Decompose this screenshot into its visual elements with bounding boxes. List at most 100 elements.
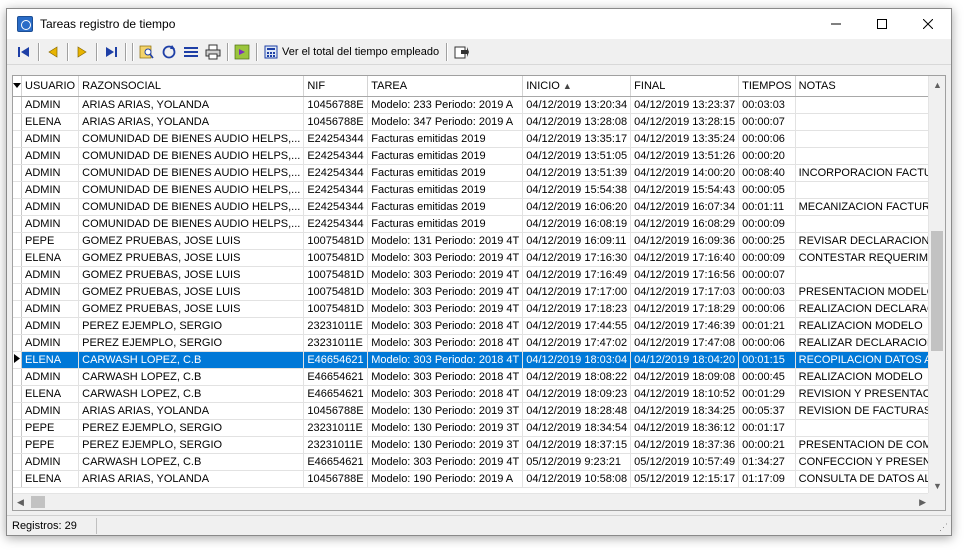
cell-final[interactable]: 04/12/2019 13:35:24 xyxy=(630,130,740,148)
cell-tarea[interactable]: Facturas emitidas 2019 xyxy=(367,198,524,216)
cell-nif[interactable]: 23231011E xyxy=(303,436,369,454)
column-header-usuario[interactable]: USUARIO xyxy=(21,76,80,97)
cell-tiempos[interactable]: 00:00:09 xyxy=(738,215,796,233)
cell-tiempos[interactable]: 01:17:09 xyxy=(738,470,796,488)
column-header-inicio[interactable]: INICIO ▲ xyxy=(522,76,632,97)
table-row[interactable]: PEPE PEREZ EJEMPLO, SERGIO 23231011E Modelo… xyxy=(13,419,945,437)
table-row[interactable]: ADMIN ARIAS ARIAS, YOLANDA 10456788E Modelo… xyxy=(13,402,945,420)
cell-tarea[interactable]: Facturas emitidas 2019 xyxy=(367,164,524,182)
cell-inicio[interactable]: 04/12/2019 18:37:15 xyxy=(522,436,632,454)
cell-tarea[interactable]: Modelo: 303 Periodo: 2019 4T xyxy=(367,266,524,284)
cell-tiempos[interactable]: 00:01:11 xyxy=(738,198,796,216)
cell-usuario[interactable]: ADMIN xyxy=(21,402,80,420)
cell-inicio[interactable]: 04/12/2019 17:47:02 xyxy=(522,334,632,352)
table-row[interactable]: ELENA GOMEZ PRUEBAS, JOSE LUIS 10075481D Mo… xyxy=(13,249,945,267)
cell-razon[interactable]: ARIAS ARIAS, YOLANDA xyxy=(78,402,305,420)
cell-inicio[interactable]: 04/12/2019 18:03:04 xyxy=(522,351,632,369)
table-row[interactable]: ADMIN CARWASH LOPEZ, C.B E46654621 Modelo: … xyxy=(13,453,945,471)
filter-button[interactable] xyxy=(180,41,202,63)
column-header-tarea[interactable]: TAREA xyxy=(367,76,524,97)
row-indicator[interactable] xyxy=(13,147,22,165)
row-indicator[interactable] xyxy=(13,317,22,335)
cell-nif[interactable]: E24254344 xyxy=(303,215,369,233)
cell-razon[interactable]: GOMEZ PRUEBAS, JOSE LUIS xyxy=(78,232,305,250)
cell-tarea[interactable]: Modelo: 303 Periodo: 2019 4T xyxy=(367,453,524,471)
cell-tiempos[interactable]: 00:00:09 xyxy=(738,249,796,267)
cell-inicio[interactable]: 04/12/2019 17:18:23 xyxy=(522,300,632,318)
cell-notas[interactable]: CONSULTA DE DATOS AL CLIENT xyxy=(795,470,945,488)
scroll-left-icon[interactable]: ◀ xyxy=(17,497,24,508)
cell-tiempos[interactable]: 00:00:25 xyxy=(738,232,796,250)
close-button[interactable] xyxy=(905,9,951,39)
cell-notas[interactable] xyxy=(795,130,945,148)
cell-final[interactable]: 04/12/2019 17:16:56 xyxy=(630,266,740,284)
cell-razon[interactable]: COMUNIDAD DE BIENES AUDIO HELPS,... xyxy=(78,181,305,199)
cell-nif[interactable]: E24254344 xyxy=(303,181,369,199)
cell-inicio[interactable]: 04/12/2019 18:34:54 xyxy=(522,419,632,437)
cell-razon[interactable]: PEREZ EJEMPLO, SERGIO xyxy=(78,436,305,454)
table-row[interactable]: ADMIN COMUNIDAD DE BIENES AUDIO HELPS,...… xyxy=(13,181,945,199)
table-row[interactable]: ELENA CARWASH LOPEZ, C.B E46654621 Modelo: … xyxy=(13,351,945,369)
cell-razon[interactable]: PEREZ EJEMPLO, SERGIO xyxy=(78,419,305,437)
cell-final[interactable]: 04/12/2019 17:47:08 xyxy=(630,334,740,352)
column-header-nif[interactable]: NIF xyxy=(303,76,369,97)
row-indicator[interactable] xyxy=(13,351,22,369)
cell-usuario[interactable]: ADMIN xyxy=(21,266,80,284)
cell-usuario[interactable]: ELENA xyxy=(21,113,80,131)
cell-razon[interactable]: ARIAS ARIAS, YOLANDA xyxy=(78,470,305,488)
cell-razon[interactable]: COMUNIDAD DE BIENES AUDIO HELPS,... xyxy=(78,164,305,182)
first-record-button[interactable] xyxy=(13,41,35,63)
cell-final[interactable]: 04/12/2019 18:10:52 xyxy=(630,385,740,403)
cell-tiempos[interactable]: 00:05:37 xyxy=(738,402,796,420)
cell-tiempos[interactable]: 00:00:06 xyxy=(738,300,796,318)
cell-tarea[interactable]: Modelo: 130 Periodo: 2019 3T xyxy=(367,402,524,420)
maximize-button[interactable] xyxy=(859,9,905,39)
cell-usuario[interactable]: ADMIN xyxy=(21,283,80,301)
cell-nif[interactable]: 23231011E xyxy=(303,419,369,437)
cell-notas[interactable]: CONFECCION Y PRESENTACION I xyxy=(795,453,945,471)
cell-final[interactable]: 04/12/2019 18:37:36 xyxy=(630,436,740,454)
cell-tarea[interactable]: Modelo: 303 Periodo: 2018 4T xyxy=(367,368,524,386)
cell-final[interactable]: 04/12/2019 16:09:36 xyxy=(630,232,740,250)
table-row[interactable]: ADMIN COMUNIDAD DE BIENES AUDIO HELPS,...… xyxy=(13,215,945,233)
cell-final[interactable]: 05/12/2019 12:15:17 xyxy=(630,470,740,488)
cell-usuario[interactable]: ADMIN xyxy=(21,164,80,182)
cell-nif[interactable]: 10456788E xyxy=(303,402,369,420)
view-total-time-button[interactable]: Ver el total del tiempo empleado xyxy=(260,41,443,63)
row-indicator[interactable] xyxy=(13,130,22,148)
row-indicator[interactable] xyxy=(13,385,22,403)
scroll-right-icon[interactable]: ▶ xyxy=(919,497,926,508)
scroll-down-icon[interactable]: ▼ xyxy=(933,481,942,491)
cell-inicio[interactable]: 04/12/2019 16:08:19 xyxy=(522,215,632,233)
cell-inicio[interactable]: 04/12/2019 13:51:39 xyxy=(522,164,632,182)
cell-tarea[interactable]: Modelo: 131 Periodo: 2019 4T xyxy=(367,232,524,250)
table-row[interactable]: ADMIN PEREZ EJEMPLO, SERGIO 23231011E Model… xyxy=(13,334,945,352)
cell-tiempos[interactable]: 00:01:17 xyxy=(738,419,796,437)
cell-nif[interactable]: 10075481D xyxy=(303,300,369,318)
cell-nif[interactable]: E46654621 xyxy=(303,368,369,386)
row-indicator[interactable] xyxy=(13,402,22,420)
column-header-tiempos[interactable]: TIEMPOS xyxy=(738,76,796,97)
cell-inicio[interactable]: 04/12/2019 17:44:55 xyxy=(522,317,632,335)
cell-tiempos[interactable]: 01:34:27 xyxy=(738,453,796,471)
cell-razon[interactable]: GOMEZ PRUEBAS, JOSE LUIS xyxy=(78,283,305,301)
cell-usuario[interactable]: ADMIN xyxy=(21,198,80,216)
cell-tarea[interactable]: Facturas emitidas 2019 xyxy=(367,130,524,148)
cell-tiempos[interactable]: 00:00:06 xyxy=(738,130,796,148)
cell-inicio[interactable]: 04/12/2019 18:09:23 xyxy=(522,385,632,403)
cell-usuario[interactable]: ADMIN xyxy=(21,300,80,318)
cell-final[interactable]: 04/12/2019 17:17:03 xyxy=(630,283,740,301)
cell-tiempos[interactable]: 00:00:03 xyxy=(738,283,796,301)
cell-usuario[interactable]: ADMIN xyxy=(21,96,80,114)
row-indicator[interactable] xyxy=(13,266,22,284)
cell-notas[interactable] xyxy=(795,147,945,165)
cell-notas[interactable]: REVISION DE FACTURAS Y REAL xyxy=(795,402,945,420)
cell-tarea[interactable]: Modelo: 130 Periodo: 2019 3T xyxy=(367,436,524,454)
cell-razon[interactable]: GOMEZ PRUEBAS, JOSE LUIS xyxy=(78,300,305,318)
cell-notas[interactable]: REVISION Y PRESENTACION xyxy=(795,385,945,403)
table-row[interactable]: ADMIN GOMEZ PRUEBAS, JOSE LUIS 10075481D Mo… xyxy=(13,266,945,284)
cell-tiempos[interactable]: 00:01:21 xyxy=(738,317,796,335)
cell-usuario[interactable]: ELENA xyxy=(21,385,80,403)
cell-final[interactable]: 04/12/2019 17:16:40 xyxy=(630,249,740,267)
table-row[interactable]: ELENA ARIAS ARIAS, YOLANDA 10456788E Modelo… xyxy=(13,113,945,131)
